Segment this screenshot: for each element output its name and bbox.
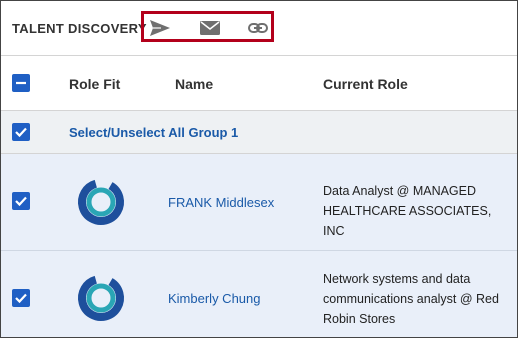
candidate-current-role: Data Analyst @ MANAGED HEALTHCARE ASSOCI…: [323, 184, 492, 238]
group-checkbox[interactable]: [12, 123, 30, 141]
table-row: FRANK Middlesex Data Analyst @ MANAGED H…: [1, 154, 517, 251]
table-row: Kimberly Chung Network systems and data …: [1, 251, 517, 337]
table-header: Role Fit Name Current Role: [1, 56, 517, 111]
actions-group: [141, 11, 274, 42]
select-all-checkbox[interactable]: [12, 74, 30, 92]
column-role-fit[interactable]: Role Fit: [69, 76, 120, 92]
panel-title: TALENT DISCOVERY: [12, 21, 147, 36]
candidate-name-link[interactable]: FRANK Middlesex: [168, 195, 274, 210]
row-checkbox[interactable]: [12, 192, 30, 210]
candidate-current-role: Network systems and data communications …: [323, 272, 499, 326]
role-fit-donut: [76, 273, 126, 323]
talent-discovery-panel: TALENT DISCOVERY Role Fit Name Current R…: [0, 0, 518, 338]
role-fit-donut: [76, 177, 126, 227]
group-row: Select/Unselect All Group 1: [1, 111, 517, 154]
mail-icon[interactable]: [199, 19, 221, 37]
link-icon[interactable]: [247, 19, 269, 37]
column-name[interactable]: Name: [175, 76, 213, 92]
select-all-group-link[interactable]: Select/Unselect All Group 1: [69, 125, 238, 140]
send-icon[interactable]: [149, 19, 171, 37]
row-checkbox[interactable]: [12, 289, 30, 307]
toolbar: TALENT DISCOVERY: [1, 1, 517, 56]
column-current-role[interactable]: Current Role: [323, 76, 408, 92]
candidate-name-link[interactable]: Kimberly Chung: [168, 291, 261, 306]
